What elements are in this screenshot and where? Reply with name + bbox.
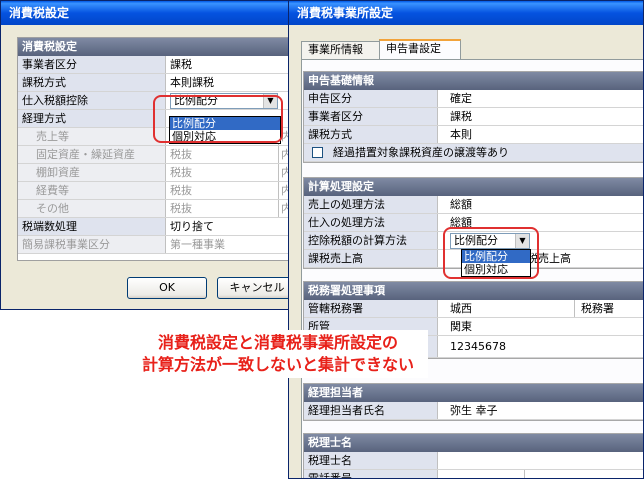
field-label: 税端数処理 (18, 218, 166, 235)
field-value[interactable]: 12345678 (450, 338, 506, 355)
section-header: 税理士名 (304, 434, 643, 452)
highlight-ring (153, 95, 283, 143)
tab-office-info[interactable]: 事業所情報 (301, 41, 381, 59)
tax-settings-titlebar: 消費税設定 (1, 1, 291, 25)
field-label: 電話番号 (304, 470, 438, 478)
field-value[interactable]: 税抜 (170, 164, 192, 181)
tab-return-settings[interactable]: 申告書設定 (379, 39, 461, 60)
field-label: 簡易課税事業区分 (18, 236, 166, 253)
field-label: 売上等 (18, 128, 166, 145)
row-tax-accountant-name: 税理士名 (304, 452, 643, 470)
row-transitional-checkbox[interactable]: 経過措置対象課税資産の譲渡等あり (304, 144, 643, 162)
field-value[interactable]: 切り捨て (170, 218, 214, 235)
field-label: 経費等 (18, 182, 166, 199)
field-label: 課税方式 (304, 126, 438, 143)
field-label: 事業者区分 (304, 108, 438, 125)
field-label: 控除税額の計算方法 (304, 232, 438, 249)
row-business-type: 事業者区分 課税 (304, 108, 643, 126)
field-label: 経理担当者氏名 (304, 402, 438, 419)
row-simplified-category: 簡易課税事業区分 第一種事業 (18, 236, 291, 254)
field-value[interactable]: 城西 (450, 300, 472, 317)
cancel-button[interactable]: キャンセル (217, 277, 291, 299)
field-label: 申告区分 (304, 90, 438, 107)
section-header: 税務署処理事項 (304, 282, 643, 300)
row-sub-inventory: 棚卸資産 税抜 内 (18, 164, 291, 182)
highlight-ring (443, 227, 539, 279)
field-value[interactable]: 税抜 (170, 146, 192, 163)
field-label: 課税売上高 (304, 250, 438, 267)
row-sub-other: その他 税抜 内 (18, 200, 291, 218)
field-label: 棚卸資産 (18, 164, 166, 181)
field-value[interactable]: 確定 (450, 90, 472, 107)
field-value[interactable]: 関東 (450, 318, 472, 335)
ok-button[interactable]: OK (127, 277, 207, 299)
section-header: 経理担当者 (304, 384, 643, 402)
row-sub-expenses: 経費等 税抜 内 (18, 182, 291, 200)
row-sub-fixed-assets: 固定資産・繰延資産 税抜 内 (18, 146, 291, 164)
tax-settings-panel: 消費税設定 事業者区分 課税 課税方式 本則課税 仕入税額控除 比例配分 ▼ 経… (17, 37, 291, 261)
field-label: その他 (18, 200, 166, 217)
field-value[interactable]: 税抜 (170, 200, 192, 217)
row-filing-type: 申告区分 確定 (304, 90, 643, 108)
tax-settings-window: 消費税設定 消費税設定 事業者区分 課税 課税方式 本則課税 仕入税額控除 比例… (0, 0, 292, 310)
row-accountant-name: 経理担当者氏名 弥生 幸子 (304, 402, 643, 420)
checkbox-label: 経過措置対象課税資産の譲渡等あり (333, 146, 509, 159)
field-label: 管轄税務署 (304, 300, 438, 317)
annotation-line: 計算方法が一致しないと集計できない (141, 355, 414, 374)
group-tax-accountant: 税理士名 税理士名 電話番号 - (303, 433, 643, 478)
group-basic-info: 申告基礎情報 申告区分 確定 事業者区分 課税 課税方式 本則 経過措置対象課税… (303, 71, 643, 163)
row-tax-method: 課税方式 本則課税 (18, 74, 291, 92)
annotation-callout: 消費税設定と消費税事業所設定の 計算方法が一致しないと集計できない (128, 330, 428, 378)
row-business-type: 事業者区分 課税 (18, 56, 291, 74)
section-header: 申告基礎情報 (304, 72, 643, 90)
annotation-line: 消費税設定と消費税事業所設定の (157, 333, 398, 352)
field-value[interactable]: 弥生 幸子 (450, 402, 498, 419)
field-value[interactable]: 本則課税 (170, 74, 214, 91)
field-value[interactable]: 課税 (170, 56, 192, 73)
office-settings-titlebar: 消費税事業所設定 (289, 1, 643, 25)
field-value[interactable]: 課税 (450, 108, 472, 125)
checkbox-label-cell: 経過措置対象課税資産の譲渡等あり (304, 144, 643, 161)
field-value-2: - (524, 470, 535, 478)
field-value[interactable]: 税抜 (170, 182, 192, 199)
field-value[interactable]: 第一種事業 (170, 236, 225, 253)
field-label: 仕入の処理方法 (304, 214, 438, 231)
field-value[interactable]: 総額 (450, 196, 472, 213)
field-label: 税理士名 (304, 452, 438, 469)
field-label: 事業者区分 (18, 56, 166, 73)
row-tax-method: 課税方式 本則 (304, 126, 643, 144)
row-rounding: 税端数処理 切り捨て (18, 218, 291, 236)
section-header: 消費税設定 (18, 38, 291, 56)
field-label: 固定資産・繰延資産 (18, 146, 166, 163)
group-accounting: 経理担当者 経理担当者氏名 弥生 幸子 (303, 383, 643, 421)
transitional-checkbox[interactable] (312, 147, 323, 158)
field-label: 課税方式 (18, 74, 166, 91)
row-phone: 電話番号 - (304, 470, 643, 478)
field-value[interactable]: 本則 (450, 126, 472, 143)
field-label: 売上の処理方法 (304, 196, 438, 213)
field-label: 仕入税額控除 (18, 92, 166, 109)
section-header: 計算処理設定 (304, 178, 643, 196)
office-settings-window: 消費税事業所設定 事業所情報 申告書設定 申告基礎情報 申告区分 確定 事業者区… (288, 0, 644, 479)
field-label: 経理方式 (18, 110, 166, 127)
row-tax-office: 管轄税務署 城西 税務署 (304, 300, 643, 318)
row-sales-processing: 売上の処理方法 総額 (304, 196, 643, 214)
field-value-2: 税務署 (574, 300, 614, 317)
